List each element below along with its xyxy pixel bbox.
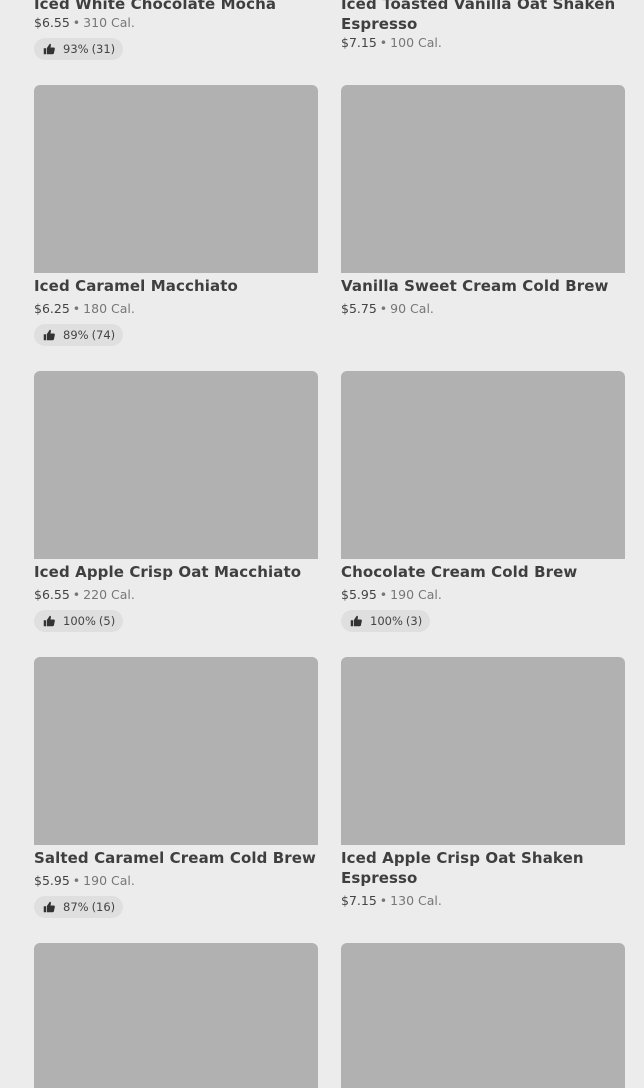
rating-percent: 100%: [370, 614, 403, 628]
product-card[interactable]: Iced White Chocolate Mocha $6.55 • 310 Cal…: [34, 0, 318, 62]
product-card[interactable]: Iced Caramel Macchiato $6.25 • 180 Cal. 89…: [34, 85, 318, 347]
rating-badge: 87% (16): [34, 896, 124, 918]
product-price: $7.15: [341, 893, 377, 908]
product-name[interactable]: Chocolate Cream Cold Brew: [341, 562, 625, 582]
product-card[interactable]: [34, 943, 318, 1088]
product-card[interactable]: Chocolate Cream Cold Brew $5.95 • 190 Cal.…: [341, 371, 625, 633]
product-calories: 180 Cal.: [83, 301, 135, 316]
separator: •: [72, 15, 81, 30]
product-card[interactable]: Iced Apple Crisp Oat Shaken Espresso $7.…: [341, 657, 625, 919]
rating-badge: 100% (5): [34, 610, 124, 632]
separator: •: [379, 35, 388, 50]
separator: •: [379, 587, 388, 602]
product-grid: Iced White Chocolate Mocha $6.55 • 310 Cal…: [0, 0, 644, 1088]
product-price: $5.95: [34, 873, 70, 888]
product-image[interactable]: [341, 657, 625, 845]
thumbs-up-icon: [43, 329, 55, 341]
product-price: $5.75: [341, 301, 377, 316]
separator: •: [379, 301, 388, 316]
product-meta: $7.15 • 130 Cal.: [341, 893, 442, 909]
product-name[interactable]: Salted Caramel Cream Cold Brew: [34, 848, 318, 868]
product-calories: 220 Cal.: [83, 587, 135, 602]
product-name[interactable]: Iced Apple Crisp Oat Shaken Espresso: [341, 848, 625, 888]
product-image[interactable]: [341, 943, 625, 1088]
product-card[interactable]: Iced Toasted Vanilla Oat Shaken Espresso…: [341, 0, 625, 62]
product-image[interactable]: [341, 85, 625, 273]
product-meta: $5.95 • 190 Cal.: [341, 587, 442, 603]
rating-percent: 87%: [63, 900, 89, 914]
separator: •: [72, 587, 81, 602]
rating-badge: 93% (31): [34, 38, 124, 60]
separator: •: [72, 873, 81, 888]
product-meta: $6.25 • 180 Cal.: [34, 301, 135, 317]
product-calories: 310 Cal.: [83, 15, 135, 30]
product-image[interactable]: [34, 657, 318, 845]
product-name[interactable]: Iced White Chocolate Mocha: [34, 0, 318, 14]
product-image[interactable]: [34, 371, 318, 559]
product-calories: 100 Cal.: [390, 35, 442, 50]
separator: •: [72, 301, 81, 316]
product-image[interactable]: [34, 943, 318, 1088]
product-image[interactable]: [34, 85, 318, 273]
thumbs-up-icon: [43, 615, 55, 627]
product-card[interactable]: Salted Caramel Cream Cold Brew $5.95 • 190…: [34, 657, 318, 919]
product-meta: $5.75 • 90 Cal.: [341, 301, 434, 317]
thumbs-up-icon: [43, 901, 55, 913]
product-calories: 190 Cal.: [83, 873, 135, 888]
rating-badge: 89% (74): [34, 324, 124, 346]
rating-count: (3): [405, 614, 423, 628]
product-calories: 90 Cal.: [390, 301, 434, 316]
product-name[interactable]: Iced Toasted Vanilla Oat Shaken Espresso: [341, 0, 625, 34]
product-meta: $7.15 • 100 Cal.: [341, 35, 442, 51]
product-name[interactable]: Iced Apple Crisp Oat Macchiato: [34, 562, 318, 582]
rating-count: (5): [98, 614, 116, 628]
product-name[interactable]: Vanilla Sweet Cream Cold Brew: [341, 276, 625, 296]
product-meta: $6.55 • 220 Cal.: [34, 587, 135, 603]
product-calories: 130 Cal.: [390, 893, 442, 908]
rating-badge: 100% (3): [341, 610, 431, 632]
separator: •: [379, 893, 388, 908]
product-meta: $6.55 • 310 Cal.: [34, 15, 135, 31]
rating-percent: 100%: [63, 614, 96, 628]
rating-count: (74): [91, 328, 116, 342]
product-price: $7.15: [341, 35, 377, 50]
product-image[interactable]: [341, 371, 625, 559]
product-card[interactable]: Iced Apple Crisp Oat Macchiato $6.55 • 220…: [34, 371, 318, 633]
rating-percent: 89%: [63, 328, 89, 342]
product-card[interactable]: [341, 943, 625, 1088]
product-price: $6.25: [34, 301, 70, 316]
thumbs-up-icon: [350, 615, 362, 627]
product-price: $6.55: [34, 587, 70, 602]
rating-count: (16): [91, 900, 116, 914]
product-price: $5.95: [341, 587, 377, 602]
product-card[interactable]: Vanilla Sweet Cream Cold Brew $5.75 • 90 C…: [341, 85, 625, 347]
product-name[interactable]: Iced Caramel Macchiato: [34, 276, 318, 296]
product-price: $6.55: [34, 15, 70, 30]
product-meta: $5.95 • 190 Cal.: [34, 873, 135, 889]
thumbs-up-icon: [43, 43, 55, 55]
product-calories: 190 Cal.: [390, 587, 442, 602]
rating-percent: 93%: [63, 42, 89, 56]
rating-count: (31): [91, 42, 116, 56]
